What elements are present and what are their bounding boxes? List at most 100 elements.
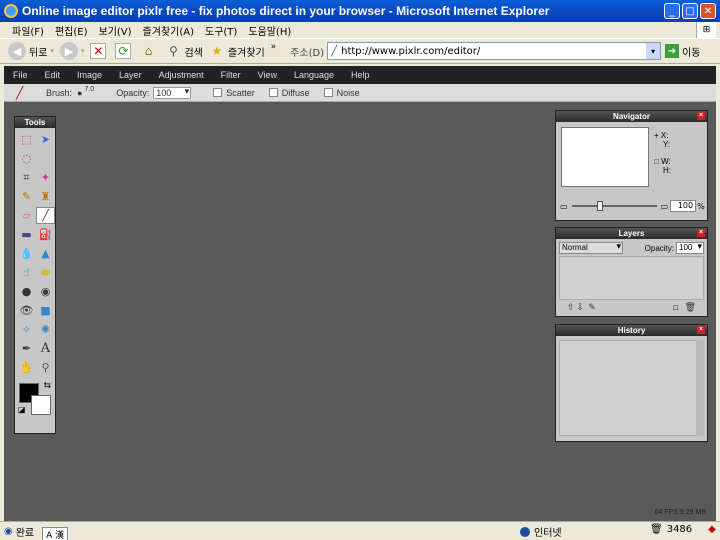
bloat-tool-icon[interactable]: ✺ [36,321,55,338]
diffuse-checkbox[interactable] [268,88,278,97]
layer-up-icon[interactable]: ⇧ [567,303,575,313]
zoom-slider[interactable] [571,201,657,211]
layer-actions: ⇧ ⇩ ✎ ▫ 🗑 [559,302,704,314]
pixlr-menu-help[interactable]: Help [351,70,370,80]
menu-help[interactable]: 도움말(H) [248,23,291,38]
empty-slot [36,150,55,167]
stamp-tool-icon[interactable]: ♜ [36,188,55,205]
pixlr-menu-filter[interactable]: Filter [221,70,241,80]
shape-tool-icon[interactable]: ■ [36,302,55,319]
pixlr-menu-edit[interactable]: Edit [45,70,61,80]
text-tool-icon[interactable]: A [36,340,55,357]
brush-picker[interactable]: Brush: ● 7.0 [46,86,95,98]
diffuse-option[interactable]: Diffuse [268,88,310,98]
redeye-tool-icon[interactable]: ◉ [36,283,55,300]
noise-checkbox[interactable] [323,88,333,97]
history-close-button[interactable]: × [697,326,705,334]
sponge-tool-icon[interactable]: ⬬ [36,264,55,281]
noise-option[interactable]: Noise [323,88,360,98]
layers-close-button[interactable]: × [697,229,705,237]
brush-size: 7.0 [84,86,95,93]
burn-tool-icon[interactable]: ● [17,283,36,300]
favorites-button[interactable]: ★ 즐겨찾기 [209,43,265,59]
address-bar[interactable]: ╱ http://www.pixlr.com/editor/ ▾ [327,42,662,60]
smudge-tool-icon[interactable]: ☝ [17,264,36,281]
home-button[interactable]: ⌂ [140,43,159,59]
pixlr-menu-adjustment[interactable]: Adjustment [159,70,204,80]
back-arrow-icon: ◀ [8,42,26,60]
refresh-button[interactable]: ⟳ [115,43,134,59]
menu-tools[interactable]: 도구(T) [205,23,237,38]
toolbar-more-chevron[interactable]: » [271,42,277,52]
layer-list[interactable] [559,256,704,300]
windows-logo-icon: ⊞ [696,22,716,38]
close-button[interactable]: ✕ [700,3,716,19]
layer-opacity-select[interactable]: 100 [676,241,704,254]
status-text: 완료 [15,527,35,539]
menu-file[interactable]: 파일(F) [12,23,44,38]
menu-edit[interactable]: 편집(E) [55,23,88,38]
pixlr-menu-language[interactable]: Language [294,70,334,80]
history-list[interactable] [559,340,697,436]
security-zone: 인터넷 [520,524,562,539]
tool-options-bar: ╱ Brush: ● 7.0 Opacity: 100 Scatter Diff… [4,84,716,102]
zoom-out-icon[interactable]: ▭ [560,202,568,211]
brush-tool-button[interactable]: ╱ [36,207,55,224]
menu-view[interactable]: 보기(V) [99,23,132,38]
favorites-label: 즐겨찾기 [227,47,265,59]
go-button[interactable]: ➜ 이동 [665,44,700,59]
opacity-select[interactable]: 100 [153,86,192,99]
brush-tool-icon: ╱ [16,85,24,100]
navigator-close-button[interactable]: × [697,112,705,120]
zoom-in-icon[interactable]: ▭ [661,202,669,211]
scatter-checkbox[interactable] [213,88,223,97]
zoom-unit: % [697,201,705,211]
navigator-preview[interactable] [561,127,649,187]
status-left: ◉ 완료 [0,524,34,539]
crop-tool-icon[interactable]: ⌗ [17,169,36,186]
back-button[interactable]: ◀ 뒤로 ▾ [8,42,54,60]
blur-tool-icon[interactable]: 💧 [17,245,36,262]
marquee-tool-icon[interactable]: ⬚ [17,131,36,148]
background-color[interactable] [31,395,51,415]
navigator-panel-header: Navigator × [556,111,707,122]
forward-button[interactable]: ▶ ▾ [59,42,84,60]
bucket-tool-icon[interactable]: ⛽ [36,226,55,243]
pencil-tool-icon[interactable]: ✎ [17,188,36,205]
zoom-input[interactable]: 100 [670,200,697,212]
lasso-tool-icon[interactable]: ◌ [17,150,36,167]
sharpen-tool-icon[interactable]: ▲ [36,245,55,262]
pixlr-menu-image[interactable]: Image [77,70,102,80]
gradient-tool-icon[interactable]: ▬ [17,226,36,243]
eyedropper-tool-icon[interactable]: ✒ [17,340,36,357]
reset-colors-icon[interactable]: ◪ [18,405,26,414]
maximize-button[interactable]: □ [682,3,698,19]
hand-tool-icon[interactable]: ✋ [17,359,36,376]
move-tool-icon[interactable]: ➤ [36,131,55,148]
address-dropdown-icon[interactable]: ▾ [646,43,661,59]
blend-mode-select[interactable]: Normal [559,241,623,254]
eye-tool-icon[interactable]: 👁 [17,302,36,319]
eraser-tool-icon[interactable]: ▱ [17,207,36,224]
new-layer-icon[interactable]: ▫ [672,303,678,313]
layers-panel: Layers × Normal Opacity: 100 ⇧ ⇩ ✎ ▫ 🗑 [555,227,708,317]
stop-button[interactable]: ✕ [90,43,109,59]
history-scrollbar[interactable] [696,340,704,436]
wand-tool-icon[interactable]: ✦ [36,169,55,186]
pixlr-menu-file[interactable]: File [13,70,28,80]
pixlr-menu-view[interactable]: View [258,70,277,80]
menu-favorites[interactable]: 즐겨찾기(A) [143,23,194,38]
memory-indicator: 🗑 3486 ◆ [650,524,716,535]
minimize-button[interactable]: _ [664,3,680,19]
layer-down-icon[interactable]: ⇩ [577,303,585,313]
pinch-tool-icon[interactable]: ✧ [17,321,36,338]
delete-layer-icon[interactable]: 🗑 [685,303,696,313]
swap-colors-icon[interactable]: ⇆ [43,381,51,391]
pixlr-menu-layer[interactable]: Layer [119,70,142,80]
zoom-slider-thumb[interactable] [597,201,604,211]
search-button[interactable]: ⚲ 검색 [165,43,203,59]
zoom-tool-icon[interactable]: ⚲ [36,359,55,376]
scatter-option[interactable]: Scatter [213,88,255,98]
ime-indicator[interactable]: A 漢 [42,527,69,540]
layer-settings-icon[interactable]: ✎ [588,303,596,313]
